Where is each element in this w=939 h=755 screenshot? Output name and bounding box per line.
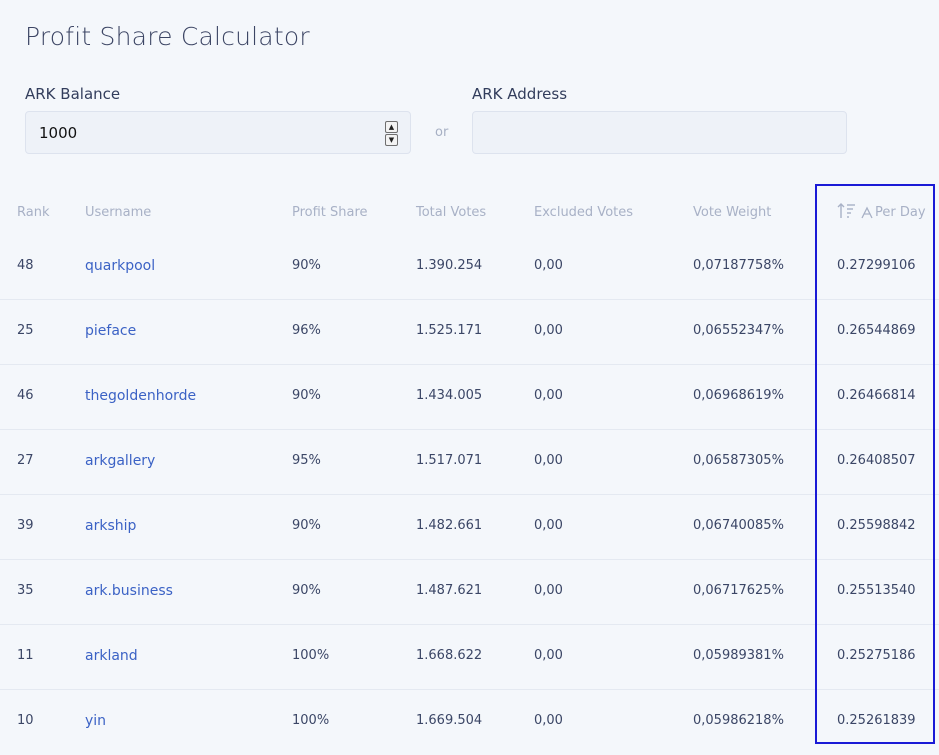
header-excluded-votes[interactable]: Excluded Votes xyxy=(534,205,633,220)
header-per-day-label: Per Day xyxy=(875,205,926,220)
cell-per-day: 0.25261839 xyxy=(837,713,916,728)
cell-rank: 35 xyxy=(17,583,34,598)
header-total-votes[interactable]: Total Votes xyxy=(416,205,486,220)
cell-rank: 27 xyxy=(17,453,34,468)
or-separator: or xyxy=(435,125,449,140)
table-row: 25 pieface 96% 1.525.171 0,00 0,06552347% 0.26… xyxy=(0,300,939,365)
cell-excluded-votes: 0,00 xyxy=(534,453,563,468)
cell-username[interactable]: thegoldenhorde xyxy=(85,388,196,404)
cell-vote-weight: 0,05989381% xyxy=(693,648,784,663)
cell-profit-share: 96% xyxy=(292,323,321,338)
cell-profit-share: 90% xyxy=(292,388,321,403)
cell-username[interactable]: arkship xyxy=(85,518,136,534)
cell-username[interactable]: arkgallery xyxy=(85,453,155,469)
cell-per-day: 0.25275186 xyxy=(837,648,916,663)
table-row: 35 ark.business 90% 1.487.621 0,00 0,06717625… xyxy=(0,560,939,625)
cell-vote-weight: 0,05986218% xyxy=(693,713,784,728)
cell-per-day: 0.26544869 xyxy=(837,323,916,338)
profit-share-calculator: Profit Share Calculator ARK Balance 1000… xyxy=(0,0,939,755)
cell-vote-weight: 0,06717625% xyxy=(693,583,784,598)
cell-total-votes: 1.482.661 xyxy=(416,518,483,533)
stepper-up-icon[interactable]: ▲ xyxy=(385,121,398,133)
cell-excluded-votes: 0,00 xyxy=(534,713,563,728)
table-row: 46 thegoldenhorde 90% 1.434.005 0,00 0,069686… xyxy=(0,365,939,430)
cell-username[interactable]: arkland xyxy=(85,648,138,664)
delegate-table: 48 quarkpool 90% 1.390.254 0,00 0,07187758% 0.… xyxy=(0,235,939,754)
cell-rank: 11 xyxy=(17,648,34,663)
cell-rank: 25 xyxy=(17,323,34,338)
cell-rank: 39 xyxy=(17,518,34,533)
table-header: Rank Username Profit Share Total Votes E… xyxy=(0,203,939,225)
page-title: Profit Share Calculator xyxy=(25,22,310,51)
cell-rank: 46 xyxy=(17,388,34,403)
cell-total-votes: 1.668.622 xyxy=(416,648,483,663)
cell-vote-weight: 0,06552347% xyxy=(693,323,784,338)
cell-excluded-votes: 0,00 xyxy=(534,388,563,403)
cell-per-day: 0.27299106 xyxy=(837,258,916,273)
cell-per-day: 0.25513540 xyxy=(837,583,916,598)
table-row: 39 arkship 90% 1.482.661 0,00 0,06740085% 0.25… xyxy=(0,495,939,560)
cell-per-day: 0.26466814 xyxy=(837,388,916,403)
header-profit-share[interactable]: Profit Share xyxy=(292,205,368,220)
cell-username[interactable]: ark.business xyxy=(85,583,173,599)
cell-vote-weight: 0,06740085% xyxy=(693,518,784,533)
cell-profit-share: 90% xyxy=(292,258,321,273)
cell-vote-weight: 0,07187758% xyxy=(693,258,784,273)
cell-per-day: 0.25598842 xyxy=(837,518,916,533)
balance-stepper[interactable]: ▲ ▼ xyxy=(385,121,398,146)
ark-balance-label: ARK Balance xyxy=(25,85,121,103)
cell-rank: 48 xyxy=(17,258,34,273)
cell-total-votes: 1.434.005 xyxy=(416,388,483,403)
ark-balance-value: 1000 xyxy=(39,124,78,142)
header-username[interactable]: Username xyxy=(85,205,151,220)
cell-excluded-votes: 0,00 xyxy=(534,518,563,533)
cell-username[interactable]: yin xyxy=(85,713,106,729)
stepper-down-icon[interactable]: ▼ xyxy=(385,134,398,146)
cell-total-votes: 1.525.171 xyxy=(416,323,483,338)
cell-total-votes: 1.390.254 xyxy=(416,258,483,273)
cell-profit-share: 90% xyxy=(292,583,321,598)
cell-profit-share: 90% xyxy=(292,518,321,533)
cell-username[interactable]: quarkpool xyxy=(85,258,155,274)
cell-profit-share: 100% xyxy=(292,713,330,728)
cell-total-votes: 1.517.071 xyxy=(416,453,483,468)
cell-username[interactable]: pieface xyxy=(85,323,136,339)
header-rank[interactable]: Rank xyxy=(17,205,49,220)
table-row: 11 arkland 100% 1.668.622 0,00 0,05989381% 0.2… xyxy=(0,625,939,690)
header-vote-weight[interactable]: Vote Weight xyxy=(693,205,771,220)
ark-balance-input[interactable]: 1000 ▲ ▼ xyxy=(25,111,411,154)
cell-excluded-votes: 0,00 xyxy=(534,258,563,273)
cell-excluded-votes: 0,00 xyxy=(534,323,563,338)
table-row: 27 arkgallery 95% 1.517.071 0,00 0,06587305% 0… xyxy=(0,430,939,495)
cell-profit-share: 95% xyxy=(292,453,321,468)
cell-total-votes: 1.487.621 xyxy=(416,583,483,598)
table-row: 48 quarkpool 90% 1.390.254 0,00 0,07187758% 0.… xyxy=(0,235,939,300)
cell-excluded-votes: 0,00 xyxy=(534,648,563,663)
table-row: 10 yin 100% 1.669.504 0,00 0,05986218% 0.25261… xyxy=(0,690,939,754)
cell-profit-share: 100% xyxy=(292,648,330,663)
cell-rank: 10 xyxy=(17,713,34,728)
ark-address-label: ARK Address xyxy=(472,85,568,103)
cell-excluded-votes: 0,00 xyxy=(534,583,563,598)
ark-address-input[interactable] xyxy=(472,111,847,154)
cell-total-votes: 1.669.504 xyxy=(416,713,483,728)
ark-currency-icon xyxy=(861,206,873,219)
cell-vote-weight: 0,06587305% xyxy=(693,453,784,468)
cell-vote-weight: 0,06968619% xyxy=(693,388,784,403)
cell-per-day: 0.26408507 xyxy=(837,453,916,468)
